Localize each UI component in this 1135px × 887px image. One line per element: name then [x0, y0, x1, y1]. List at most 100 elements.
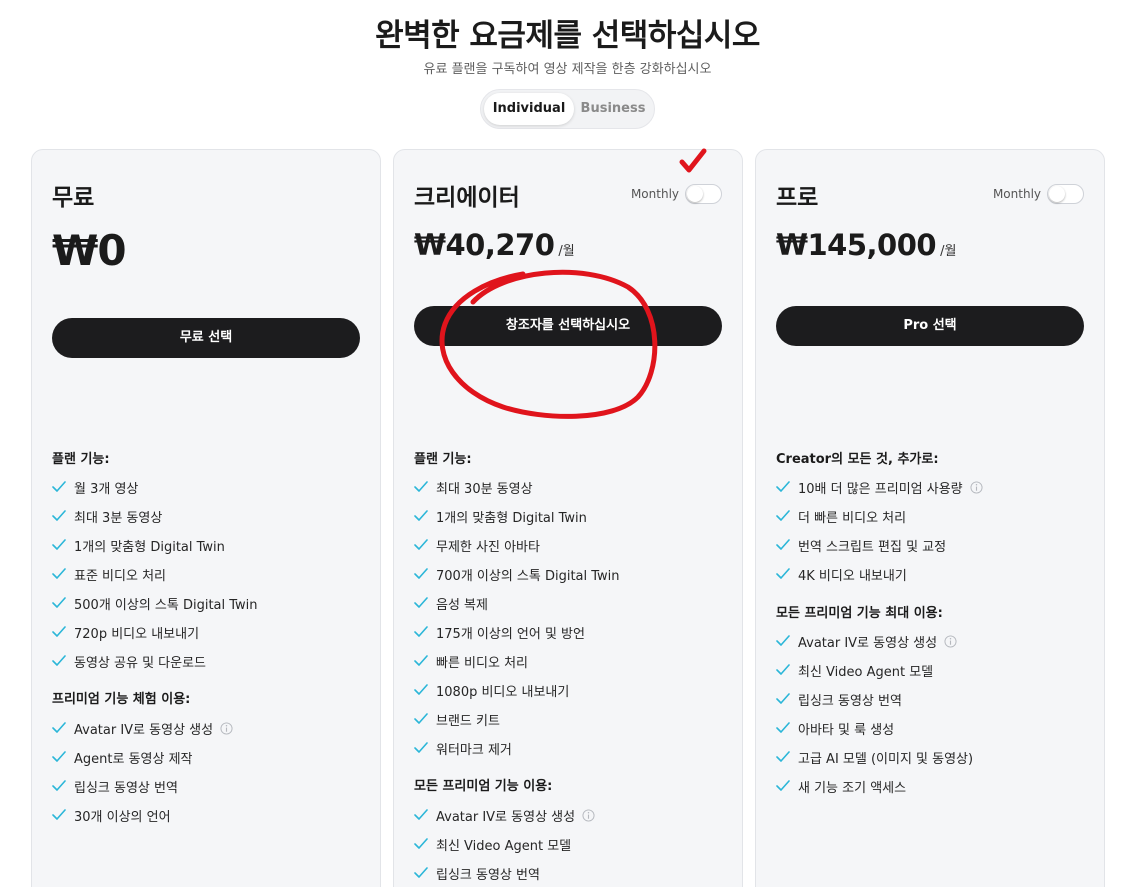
feature-label: 월 3개 영상: [74, 481, 139, 497]
feature-label: 1개의 맞춤형 Digital Twin: [436, 510, 587, 526]
feature-item: 표준 비디오 처리: [52, 564, 166, 584]
feature-item: Avatar IV로 동영상 생성: [414, 805, 595, 825]
feature-label: 립싱크 동영상 번역: [436, 867, 540, 883]
check-icon: [776, 481, 790, 492]
billing-period-toggle[interactable]: Monthly: [631, 184, 722, 204]
feature-item: 500개 이상의 스톡 Digital Twin: [52, 593, 258, 613]
plan-card-free: 무료 ₩0 무료 선택 플랜 기능: 프리미엄 기능 체험 이용: 월 3개 영…: [31, 149, 381, 887]
check-icon: [414, 568, 428, 579]
check-icon: [52, 568, 66, 579]
feature-item: 워터마크 제거: [414, 738, 512, 758]
plan-price: ₩0: [52, 226, 127, 275]
check-icon: [52, 780, 66, 791]
feature-label: 립싱크 동영상 번역: [74, 780, 178, 796]
feature-item: 립싱크 동영상 번역: [776, 689, 902, 709]
check-icon: [776, 693, 790, 704]
feature-item: Avatar IV로 동영상 생성: [776, 631, 957, 651]
plan-type-tabs: Individual Business: [480, 89, 655, 129]
premium-section-title: 프리미엄 기능 체험 이용:: [52, 692, 191, 707]
feature-label: 동영상 공유 및 다운로드: [74, 655, 206, 671]
premium-section-title: 모든 프리미엄 기능 이용:: [414, 779, 553, 794]
feature-label: 음성 복제: [436, 597, 488, 613]
feature-label: 빠른 비디오 처리: [436, 655, 528, 671]
feature-label: 최대 30분 동영상: [436, 481, 533, 497]
price-unit: /월: [558, 244, 575, 259]
tab-business[interactable]: Business: [574, 93, 652, 125]
check-icon: [776, 751, 790, 762]
feature-label: 워터마크 제거: [436, 742, 512, 758]
feature-item: 720p 비디오 내보내기: [52, 622, 199, 642]
feature-item: 번역 스크립트 편집 및 교정: [776, 535, 946, 555]
check-icon: [52, 655, 66, 666]
feature-label: Agent로 동영상 제작: [74, 751, 193, 767]
feature-item: 최대 3분 동영상: [52, 506, 162, 526]
feature-item: 립싱크 동영상 번역: [414, 863, 540, 883]
features-section-title: 플랜 기능:: [52, 452, 110, 467]
price-unit: /월: [940, 244, 957, 259]
plan-name: 무료: [52, 185, 95, 211]
feature-label: 브랜드 키트: [436, 713, 500, 729]
check-icon: [776, 539, 790, 550]
feature-item: 무제한 사진 아바타: [414, 535, 540, 555]
feature-item: 최신 Video Agent 모델: [414, 834, 571, 854]
check-icon: [414, 655, 428, 666]
billing-label: Monthly: [992, 187, 1041, 201]
feature-label: 립싱크 동영상 번역: [798, 693, 902, 709]
page-title: 완벽한 요금제를 선택하십시오: [375, 18, 760, 54]
info-icon[interactable]: [220, 721, 233, 735]
feature-item: 더 빠른 비디오 처리: [776, 506, 906, 526]
premium-section-title: 모든 프리미엄 기능 최대 이용:: [776, 606, 943, 621]
annual-toggle[interactable]: [1047, 184, 1084, 204]
feature-item: 175개 이상의 언어 및 방언: [414, 622, 585, 642]
plan-card-creator: 크리에이터 Monthly ₩40,270 /월 창조자를 선택하십시오 플랜 …: [393, 149, 743, 887]
page-subtitle: 유료 플랜을 구독하여 영상 제작을 한층 강화하십시오: [423, 62, 712, 77]
feature-label: Avatar IV로 동영상 생성: [798, 635, 938, 651]
billing-period-toggle[interactable]: Monthly: [993, 184, 1084, 204]
check-icon: [414, 597, 428, 608]
check-icon: [414, 713, 428, 724]
select-pro-button[interactable]: Pro 선택: [776, 306, 1084, 346]
feature-label: 최신 Video Agent 모델: [798, 664, 934, 680]
feature-label: 10배 더 많은 프리미엄 사용량: [798, 481, 963, 497]
tab-individual[interactable]: Individual: [484, 93, 574, 125]
check-icon: [776, 510, 790, 521]
check-icon: [776, 780, 790, 791]
features-section-title: 플랜 기능:: [414, 452, 472, 467]
plan-price: ₩40,270: [414, 228, 555, 262]
feature-item: 브랜드 키트: [414, 709, 500, 729]
feature-label: 500개 이상의 스톡 Digital Twin: [74, 597, 258, 613]
feature-item: 1080p 비디오 내보내기: [414, 680, 569, 700]
check-icon: [776, 664, 790, 675]
feature-item: 고급 AI 모델 (이미지 및 동영상): [776, 747, 973, 767]
check-icon: [414, 838, 428, 849]
feature-item: 새 기능 조기 액세스: [776, 776, 906, 796]
feature-item: 빠른 비디오 처리: [414, 651, 528, 671]
select-free-button[interactable]: 무료 선택: [52, 318, 360, 358]
check-icon: [52, 809, 66, 820]
feature-item: 음성 복제: [414, 593, 488, 613]
check-icon: [414, 684, 428, 695]
info-icon[interactable]: [970, 480, 983, 494]
feature-item: 립싱크 동영상 번역: [52, 776, 178, 796]
billing-label: Monthly: [630, 187, 679, 201]
feature-item: 10배 더 많은 프리미엄 사용량: [776, 477, 983, 497]
plan-name: 크리에이터: [414, 185, 520, 211]
check-icon: [52, 722, 66, 733]
check-icon: [52, 597, 66, 608]
check-icon: [52, 539, 66, 550]
feature-item: 최대 30분 동영상: [414, 477, 533, 497]
annual-toggle[interactable]: [685, 184, 722, 204]
feature-label: 30개 이상의 언어: [74, 809, 171, 825]
info-icon[interactable]: [944, 634, 957, 648]
plan-card-pro: 프로 Monthly ₩145,000 /월 Pro 선택 Creator의 모…: [755, 149, 1105, 887]
select-creator-button[interactable]: 창조자를 선택하십시오: [414, 306, 722, 346]
info-icon[interactable]: [582, 808, 595, 822]
check-icon: [414, 626, 428, 637]
check-icon: [414, 510, 428, 521]
feature-label: 표준 비디오 처리: [74, 568, 166, 584]
plan-price-wrap: ₩40,270 /월: [414, 228, 575, 262]
check-icon: [52, 510, 66, 521]
feature-label: 1개의 맞춤형 Digital Twin: [74, 539, 225, 555]
feature-label: Avatar IV로 동영상 생성: [74, 722, 214, 738]
feature-label: 새 기능 조기 액세스: [798, 780, 907, 796]
